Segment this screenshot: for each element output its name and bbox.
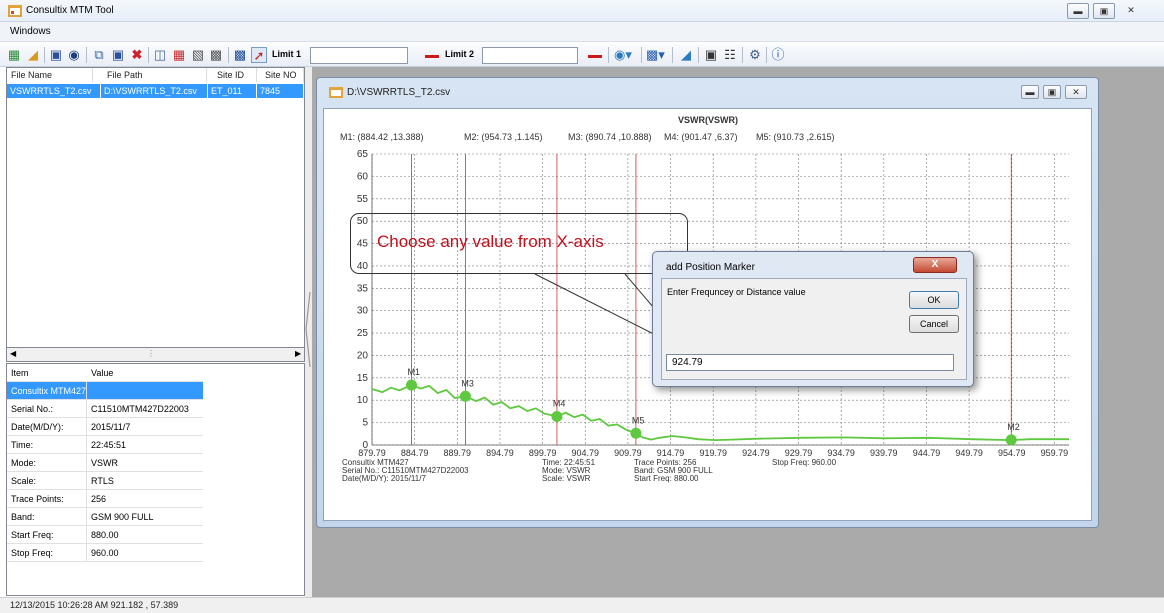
dialog-title: add Position Marker (666, 262, 755, 273)
status-text: 12/13/2015 10:26:28 AM 921.182 , 57.389 (10, 600, 179, 610)
dialog-prompt: Enter Frequncey or Distance value (667, 287, 806, 297)
cancel-button[interactable]: Cancel (909, 315, 959, 333)
status-bar: 12/13/2015 10:26:28 AM 921.182 , 57.389 (0, 597, 1164, 613)
ok-button[interactable]: OK (909, 291, 959, 309)
add-position-marker-dialog: add Position Marker X Enter Frequncey or… (652, 251, 974, 387)
frequency-input[interactable] (666, 354, 954, 371)
callout-pointer (534, 273, 706, 363)
dialog-close-button[interactable]: X (913, 257, 957, 273)
